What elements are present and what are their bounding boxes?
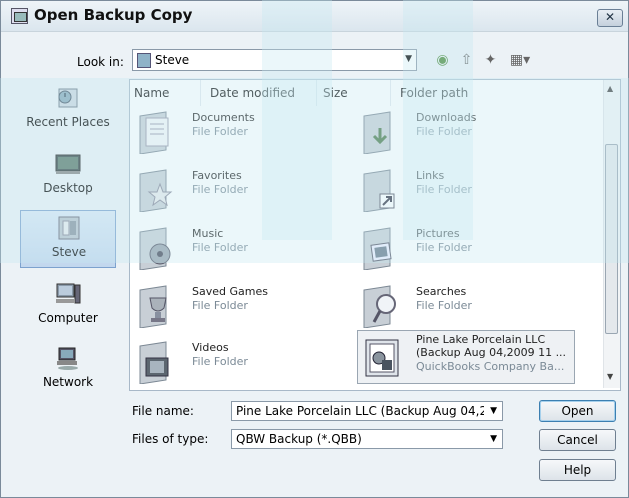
file-type: File Folder bbox=[192, 241, 248, 254]
place-desktop[interactable]: Desktop bbox=[20, 147, 116, 205]
file-name-value: Pine Lake Porcelain LLC (Backup Aug 04,2… bbox=[236, 404, 484, 418]
desktop-icon bbox=[55, 154, 81, 174]
views-menu-icon[interactable]: ▦▾ bbox=[506, 52, 534, 69]
look-in-label: Look in: bbox=[77, 55, 124, 69]
up-folder-icon[interactable]: ⇧ bbox=[458, 52, 475, 69]
recent-places-icon bbox=[58, 88, 78, 108]
file-name: Pictures bbox=[416, 227, 460, 240]
favorites-folder-icon bbox=[139, 169, 173, 212]
column-header-folder-path[interactable]: Folder path bbox=[400, 86, 468, 100]
place-computer[interactable]: Computer bbox=[20, 277, 116, 335]
open-backup-dialog: Open Backup Copy ✕ Look in: Steve ▼ ◉ ⇧ … bbox=[0, 0, 629, 498]
file-item-documents[interactable]: Documents File Folder bbox=[130, 108, 350, 158]
file-type: File Folder bbox=[416, 183, 472, 196]
close-button[interactable]: ✕ bbox=[597, 9, 623, 27]
file-name: Searches bbox=[416, 285, 467, 298]
file-item-saved-games[interactable]: Saved Games File Folder bbox=[130, 282, 350, 332]
downloads-folder-icon bbox=[363, 111, 391, 154]
place-label: Computer bbox=[38, 311, 98, 325]
column-divider[interactable] bbox=[316, 80, 317, 106]
new-folder-icon[interactable]: ✦ bbox=[482, 52, 499, 69]
file-name-input[interactable]: Pine Lake Porcelain LLC (Backup Aug 04,2… bbox=[231, 401, 503, 421]
file-type: QuickBooks Company Ba... bbox=[416, 360, 565, 373]
file-type: File Folder bbox=[192, 125, 248, 138]
music-folder-icon bbox=[139, 227, 171, 270]
file-type: File Folder bbox=[192, 299, 248, 312]
saved-games-folder-icon bbox=[139, 285, 167, 328]
open-button[interactable]: Open bbox=[539, 400, 616, 422]
place-label: Recent Places bbox=[26, 115, 110, 129]
links-folder-icon bbox=[363, 169, 395, 212]
file-name-label: File name: bbox=[132, 404, 194, 418]
file-name: Links bbox=[416, 169, 445, 182]
user-folder-icon bbox=[137, 53, 151, 68]
file-item-searches[interactable]: Searches File Folder bbox=[354, 282, 574, 332]
chevron-down-icon: ▼ bbox=[405, 54, 412, 64]
user-folder-icon bbox=[58, 216, 80, 240]
look-in-value: Steve bbox=[155, 53, 190, 67]
file-type: File Folder bbox=[192, 183, 248, 196]
documents-folder-icon bbox=[139, 111, 169, 154]
file-item-favorites[interactable]: Favorites File Folder bbox=[130, 166, 350, 216]
network-icon bbox=[57, 347, 78, 370]
file-name: Music bbox=[192, 227, 224, 240]
file-type: File Folder bbox=[416, 125, 472, 138]
computer-icon bbox=[56, 283, 81, 304]
file-name: Pine Lake Porcelain LLC bbox=[416, 333, 546, 346]
file-item-quickbooks-backup[interactable]: Pine Lake Porcelain LLC (Backup Aug 04,2… bbox=[357, 330, 575, 384]
file-name: Documents bbox=[192, 111, 255, 124]
help-button[interactable]: Help bbox=[539, 459, 616, 481]
cancel-button[interactable]: Cancel bbox=[539, 429, 616, 451]
place-steve[interactable]: Steve bbox=[20, 210, 116, 268]
vertical-scrollbar[interactable]: ▲ ▼ bbox=[603, 80, 620, 388]
back-icon[interactable]: ◉ bbox=[434, 52, 451, 69]
file-name-continued: (Backup Aug 04,2009 11 ... bbox=[416, 346, 567, 359]
file-type-value: QBW Backup (*.QBB) bbox=[236, 432, 362, 446]
quickbooks-backup-file-icon bbox=[365, 339, 399, 377]
chevron-down-icon: ▼ bbox=[490, 434, 497, 444]
file-item-music[interactable]: Music File Folder bbox=[130, 224, 350, 274]
file-type: File Folder bbox=[416, 241, 472, 254]
place-network[interactable]: Network bbox=[20, 341, 116, 399]
chevron-down-icon[interactable]: ▼ bbox=[490, 406, 497, 416]
searches-folder-icon bbox=[363, 285, 396, 328]
column-header-size[interactable]: Size bbox=[323, 86, 348, 100]
file-list[interactable]: Name Date modified Size Folder path Docu… bbox=[129, 79, 621, 391]
place-label: Desktop bbox=[43, 181, 93, 195]
file-name: Videos bbox=[192, 341, 229, 354]
column-header-date-modified[interactable]: Date modified bbox=[210, 86, 295, 100]
scroll-down-icon[interactable]: ▼ bbox=[607, 372, 613, 381]
column-header-name[interactable]: Name bbox=[134, 86, 169, 100]
file-type-label: Files of type: bbox=[132, 432, 209, 446]
look-in-dropdown[interactable]: Steve ▼ bbox=[132, 49, 417, 71]
file-type-select[interactable]: QBW Backup (*.QBB) ▼ bbox=[231, 429, 503, 449]
window-title: Open Backup Copy bbox=[34, 6, 193, 24]
place-label: Steve bbox=[51, 245, 87, 259]
file-name: Downloads bbox=[416, 111, 477, 124]
title-bar: Open Backup Copy ✕ bbox=[1, 1, 628, 32]
file-type: File Folder bbox=[192, 355, 248, 368]
file-name: Favorites bbox=[192, 169, 242, 182]
column-divider[interactable] bbox=[390, 80, 391, 106]
scrollbar-thumb[interactable] bbox=[605, 144, 618, 334]
app-icon bbox=[11, 8, 28, 24]
places-bar: Recent Places Desktop Steve Computer Net… bbox=[17, 79, 119, 402]
file-item-links[interactable]: Links File Folder bbox=[354, 166, 574, 216]
file-item-downloads[interactable]: Downloads File Folder bbox=[354, 108, 574, 158]
place-label: Network bbox=[42, 375, 94, 389]
pictures-folder-icon bbox=[363, 227, 392, 270]
file-item-pictures[interactable]: Pictures File Folder bbox=[354, 224, 574, 274]
file-item-videos[interactable]: Videos File Folder bbox=[130, 338, 350, 388]
file-name: Saved Games bbox=[192, 285, 268, 298]
column-divider[interactable] bbox=[200, 80, 201, 106]
place-recent-places[interactable]: Recent Places bbox=[20, 81, 116, 139]
scroll-up-icon[interactable]: ▲ bbox=[607, 84, 613, 93]
file-type: File Folder bbox=[416, 299, 472, 312]
videos-folder-icon bbox=[139, 341, 169, 384]
